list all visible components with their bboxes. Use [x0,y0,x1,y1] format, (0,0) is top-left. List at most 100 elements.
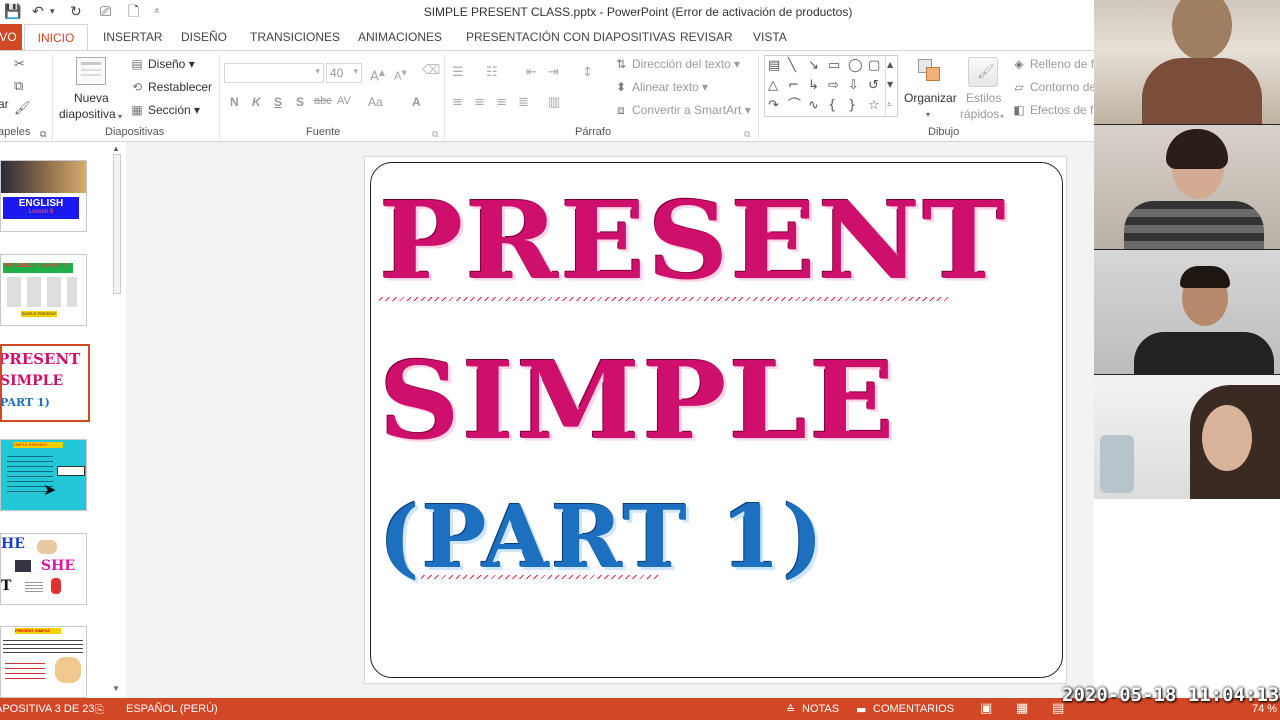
chevron-down-icon[interactable]: ▾ [926,107,930,123]
tab-file[interactable]: IVO [0,24,22,50]
gallery-up-icon[interactable]: ▲ [887,58,893,72]
connector-shape-icon[interactable]: ⌐ [788,79,799,93]
font-color-button[interactable]: A [412,95,421,109]
tab-diseno[interactable]: DISEÑO [181,30,227,44]
change-case-button[interactable]: Aa [368,95,383,109]
quick-styles-icon[interactable]: 🖌 [968,57,998,87]
slide-thumbnail-4[interactable]: SIMPLE PRESENT ➤ [0,439,87,511]
video-tile-2[interactable] [1094,125,1280,249]
shape-fill-button[interactable]: ◈ Relleno de f [1012,57,1094,71]
curve-arrow-shape-icon[interactable]: ↷ [768,99,779,113]
decrease-indent-icon[interactable]: ⇤ [526,65,537,81]
oval-shape-icon[interactable]: ◯ [848,59,863,73]
quick-styles-button[interactable]: Estilos [966,91,1001,105]
arrange-button[interactable]: Organizar [904,91,957,105]
gallery-more-icon[interactable]: ⩡ [887,98,892,112]
smartart-button[interactable]: ⧈ Convertir a SmartArt ▾ [614,103,751,118]
elbow-connector-shape-icon[interactable]: ↳ [808,79,819,93]
shape-effects-button[interactable]: ◧ Efectos de f [1012,103,1093,117]
shrink-font-icon[interactable]: A▼ [394,65,407,85]
shadow-button[interactable]: S [296,95,304,109]
numbering-icon[interactable]: ☷ [486,65,498,81]
font-size-input[interactable]: 40 ▾ [326,63,362,83]
bold-button[interactable]: N [230,95,239,109]
tab-transiciones[interactable]: TRANSICIONES [250,30,340,44]
language-indicator[interactable]: ESPAÑOL (PERÚ) [126,703,218,715]
tab-inicio[interactable]: INICIO [24,24,88,51]
tab-vista[interactable]: VISTA [753,30,787,44]
shape-outline-button[interactable]: ▱ Contorno de [1012,80,1096,94]
loop-arrow-shape-icon[interactable]: ↺ [868,79,879,93]
video-tile-1[interactable] [1094,0,1280,124]
textbox-shape-icon[interactable]: ▤ [768,59,780,73]
slide-thumbnail-6[interactable]: PRESENT SIMPLE [0,626,87,698]
slide-thumbnail-2[interactable]: MODULE 8 - Lesson 1 SIMPLE PRESENT [0,254,87,326]
current-slide[interactable]: PRESENT SIMPLE (PART 1) [364,156,1067,684]
cut-icon[interactable]: ✂ [14,57,25,73]
gallery-down-icon[interactable]: ▼ [887,78,893,92]
slide-thumbnail-5[interactable]: HE SHE T [0,533,87,605]
slide-title-present[interactable]: PRESENT [379,179,1008,303]
right-brace-shape-icon[interactable]: } [848,99,856,113]
tab-presentacion[interactable]: PRESENTACIÓN CON DIAPOSITIVAS [466,30,676,44]
rounded-rect-shape-icon[interactable]: ▢ [868,59,880,73]
tab-revisar[interactable]: REVISAR [680,30,733,44]
chevron-down-icon[interactable]: ▾ [118,109,122,125]
star-shape-icon[interactable]: ☆ [868,99,880,113]
align-text-button[interactable]: ⬍ Alinear texto ▾ [614,80,708,94]
left-brace-shape-icon[interactable]: { [828,99,836,113]
paragraph-launcher-icon[interactable]: ⧉ [744,127,750,143]
quick-styles-button-line2[interactable]: rápidos [960,107,999,121]
line-shape-icon[interactable]: ╲ [788,59,796,73]
increase-indent-icon[interactable]: ⇥ [548,65,559,81]
slide-sorter-icon[interactable]: ▦ [1016,701,1028,716]
strikethrough-button[interactable]: abc [314,95,332,107]
new-slide-button-line2[interactable]: diapositiva [59,107,116,121]
video-tile-4[interactable] [1094,375,1280,499]
underline-button[interactable]: S [274,95,282,109]
section-button[interactable]: ▦ Sección ▾ [130,103,200,117]
shapes-gallery[interactable]: ▤ ╲ ↘ ▭ ◯ ▢ △ ⌐ ↳ ⇨ ⇩ ↺ ↷ ⌒ ∿ { } ☆ ▲ ▼ … [764,55,898,117]
notes-icon[interactable]: ≙ [786,703,795,716]
arrange-icon[interactable] [916,57,944,85]
scroll-down-icon[interactable]: ▼ [112,684,120,693]
new-slide-button[interactable]: Nueva [74,91,109,105]
clipboard-launcher-icon[interactable]: ⧉ [40,127,46,143]
down-arrow-shape-icon[interactable]: ⇩ [848,79,859,93]
align-left-icon[interactable]: ≡ [452,95,463,111]
normal-view-icon[interactable]: ▣ [980,701,992,716]
arrow-line-shape-icon[interactable]: ↘ [808,59,819,73]
paste-button-label[interactable]: ar [0,97,9,111]
align-center-icon[interactable]: ≡ [474,95,485,111]
rectangle-shape-icon[interactable]: ▭ [828,59,840,73]
scrollbar-thumb[interactable] [113,154,121,294]
font-name-input[interactable]: ▾ [224,63,324,83]
slide-title-simple[interactable]: SIMPLE [379,339,897,463]
char-spacing-button[interactable]: AV [337,95,351,107]
video-tile-3[interactable] [1094,250,1280,374]
arc-shape-icon[interactable]: ⌒ [788,99,801,113]
thumbnail-scrollbar[interactable]: ▲ ▼ [110,142,124,698]
comments-icon[interactable]: ▬ [856,703,866,716]
slide-subtitle-part[interactable]: (PART 1) [379,487,825,588]
slide-thumbnail-3[interactable]: PRESENT SIMPLE PART 1) [0,344,90,422]
line-spacing-icon[interactable]: ↕ [582,65,593,81]
grow-font-icon[interactable]: A▲ [370,65,385,85]
align-right-icon[interactable]: ≡ [496,95,507,111]
right-arrow-shape-icon[interactable]: ⇨ [828,79,839,93]
font-launcher-icon[interactable]: ⧉ [432,127,438,143]
spellcheck-icon[interactable]: ⎘ [95,703,104,717]
tab-insertar[interactable]: INSERTAR [103,30,163,44]
comments-button[interactable]: COMENTARIOS [873,703,954,715]
notes-button[interactable]: NOTAS [802,703,839,715]
reset-button[interactable]: ⟲ Restablecer [130,80,212,94]
tab-animaciones[interactable]: ANIMACIONES [358,30,442,44]
triangle-shape-icon[interactable]: △ [768,79,778,93]
clear-format-icon[interactable]: ⌫ [422,63,440,79]
copy-icon[interactable]: ⧉ [14,79,23,95]
chevron-down-icon[interactable]: ▾ [1000,109,1004,125]
scroll-up-icon[interactable]: ▲ [112,144,120,153]
justify-icon[interactable]: ≣ [518,95,529,111]
columns-icon[interactable]: ▥ [548,95,560,111]
format-painter-icon[interactable]: 🖌 [14,101,31,117]
